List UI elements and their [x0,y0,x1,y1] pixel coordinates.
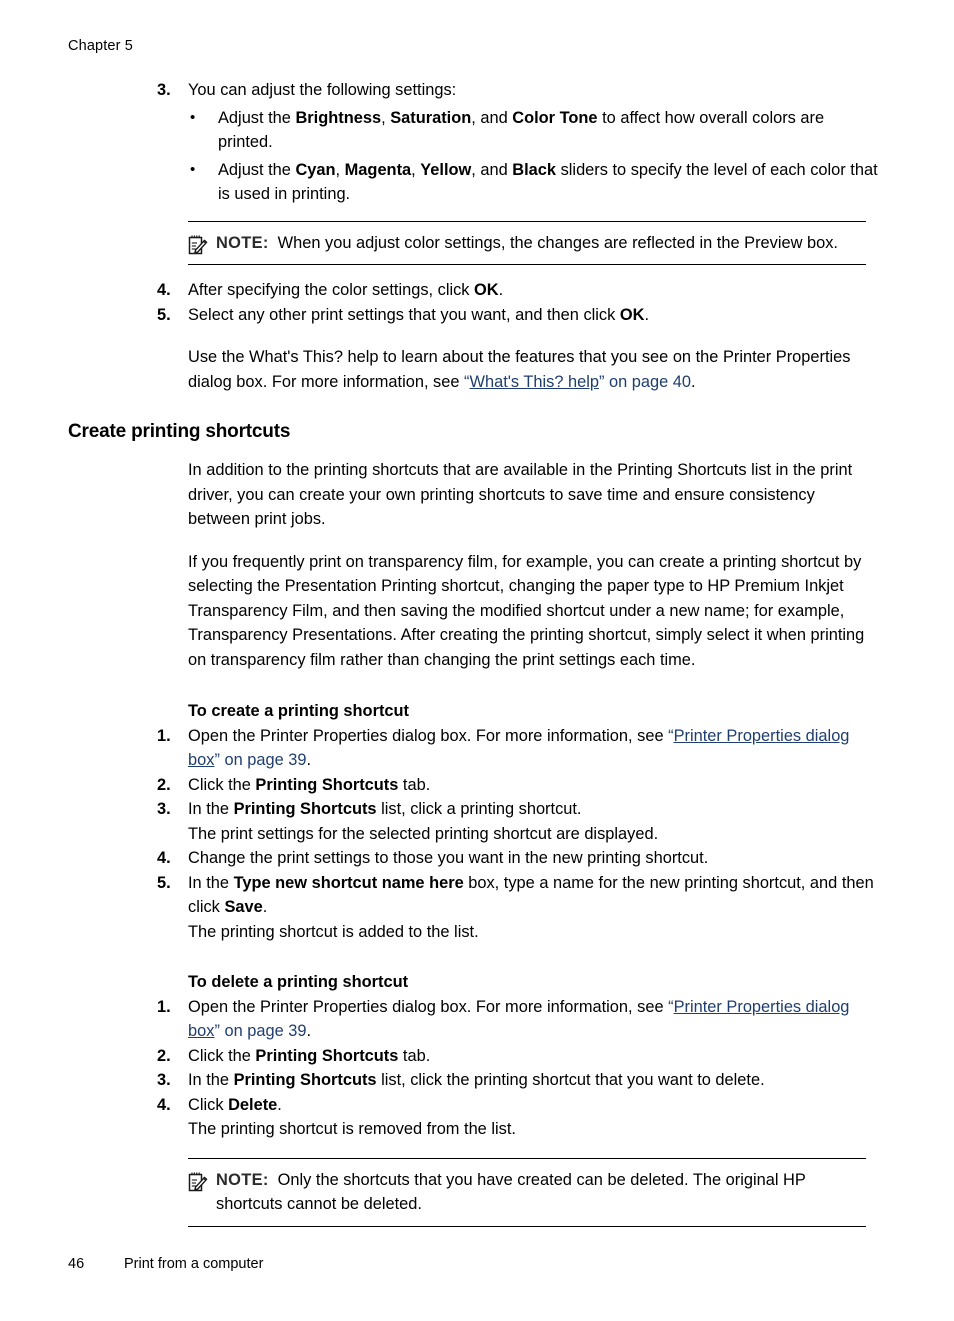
page-footer: 46 Print from a computer [68,1255,880,1273]
whats-this-help-link[interactable]: “What's This? help” on page 40 [464,373,691,391]
note-body: NOTE: Only the shortcuts that you have cr… [188,1168,866,1217]
delete-shortcut-steps: 1. Open the Printer Properties dialog bo… [68,995,880,1142]
step-number: 5. [157,305,171,324]
step-item: 1. Open the Printer Properties dialog bo… [68,724,880,773]
step-item: 2. Click the Printing Shortcuts tab. [68,773,880,798]
footer-section-title: Print from a computer [124,1256,264,1272]
note-label: NOTE: [216,233,269,252]
step-item: 5. Select any other print settings that … [68,303,880,328]
page-title: Create printing shortcuts [68,421,291,442]
step-item: 2. Click the Printing Shortcuts tab. [68,1044,880,1069]
step-text: Change the print settings to those you w… [188,849,709,867]
delete-shortcut-heading: To delete a printing shortcut [188,973,409,991]
bullet-text: Adjust the Brightness, Saturation, and C… [218,108,825,152]
create-shortcut-heading: To create a printing shortcut [188,702,409,720]
step-number: 4. [157,849,171,867]
step-item: 3. In the Printing Shortcuts list, click… [68,1068,880,1093]
note-callout: NOTE: Only the shortcuts that you have cr… [188,1157,866,1227]
step-text: Click the Printing Shortcuts tab. [188,1046,431,1065]
step-number: 5. [157,873,171,892]
step-text: Open the Printer Properties dialog box. … [188,726,850,770]
step-item: 1. Open the Printer Properties dialog bo… [68,995,880,1044]
step-number: 2. [157,775,171,794]
step-number: 3. [157,800,171,818]
step-item: 3. You can adjust the following settings… [68,78,880,207]
note-body: NOTE: When you adjust color settings, the… [188,231,866,256]
list-item: • Adjust the Cyan, Magenta, Yellow, and … [188,158,880,207]
footer-page-number: 46 [68,1256,85,1272]
color-settings-bullets: • Adjust the Brightness, Saturation, and… [188,106,880,207]
chapter-running-head: Chapter 5 [68,38,133,54]
step-item: 4. Click Delete. The printing shortcut i… [68,1093,880,1142]
step-text: After specifying the color settings, cli… [188,281,504,299]
list-item: • Adjust the Brightness, Saturation, and… [188,106,880,155]
step-text: Click Delete. [188,1095,282,1114]
step-text: In the Printing Shortcuts list, click a … [188,800,582,818]
section-paragraph-1: In addition to the printing shortcuts th… [188,461,853,528]
step-number: 2. [157,1046,171,1065]
step-text: Click the Printing Shortcuts tab. [188,775,431,794]
create-shortcut-steps: 1. Open the Printer Properties dialog bo… [68,724,880,945]
step-text: In the Type new shortcut name here box, … [188,873,874,917]
step-number: 4. [157,1095,171,1114]
color-settings-steps-cont: 4. After specifying the color settings, … [68,278,880,327]
step-number: 3. [157,81,171,99]
step-result-text: The printing shortcut is removed from th… [188,1120,516,1138]
bullet-text: Adjust the Cyan, Magenta, Yellow, and Bl… [218,160,878,204]
step-item: 4. Change the print settings to those yo… [68,846,880,871]
step-number: 1. [157,997,171,1016]
note-callout: NOTE: When you adjust color settings, the… [188,220,866,265]
step-number: 3. [157,1071,171,1089]
step-number: 4. [157,281,171,299]
note-label: NOTE: [216,1170,269,1189]
step-text: Select any other print settings that you… [188,305,650,324]
note-message: When you adjust color settings, the chan… [277,233,838,252]
step-number: 1. [157,726,171,745]
whats-this-paragraph: Use the What's This? help to learn about… [188,348,851,391]
page-content: 3. You can adjust the following settings… [68,78,880,1227]
step-result-text: The print settings for the selected prin… [188,824,659,843]
color-settings-steps: 3. You can adjust the following settings… [68,78,880,207]
step-text: You can adjust the following settings: [188,81,457,99]
step-text: In the Printing Shortcuts list, click th… [188,1071,765,1089]
step-text: Open the Printer Properties dialog box. … [188,997,850,1041]
note-message: Only the shortcuts that you have created… [216,1170,806,1214]
note-pencil-icon [188,1171,208,1193]
document-page: Chapter 5 3. You can adjust the followin… [0,0,954,1321]
bullet-marker: • [190,160,196,178]
note-pencil-icon [188,234,208,256]
step-item: 3. In the Printing Shortcuts list, click… [68,797,880,846]
step-result-text: The printing shortcut is added to the li… [188,922,479,941]
step-item: 5. In the Type new shortcut name here bo… [68,871,880,945]
section-paragraph-2: If you frequently print on transparency … [188,552,865,669]
step-item: 4. After specifying the color settings, … [68,278,880,303]
bullet-marker: • [190,108,196,126]
